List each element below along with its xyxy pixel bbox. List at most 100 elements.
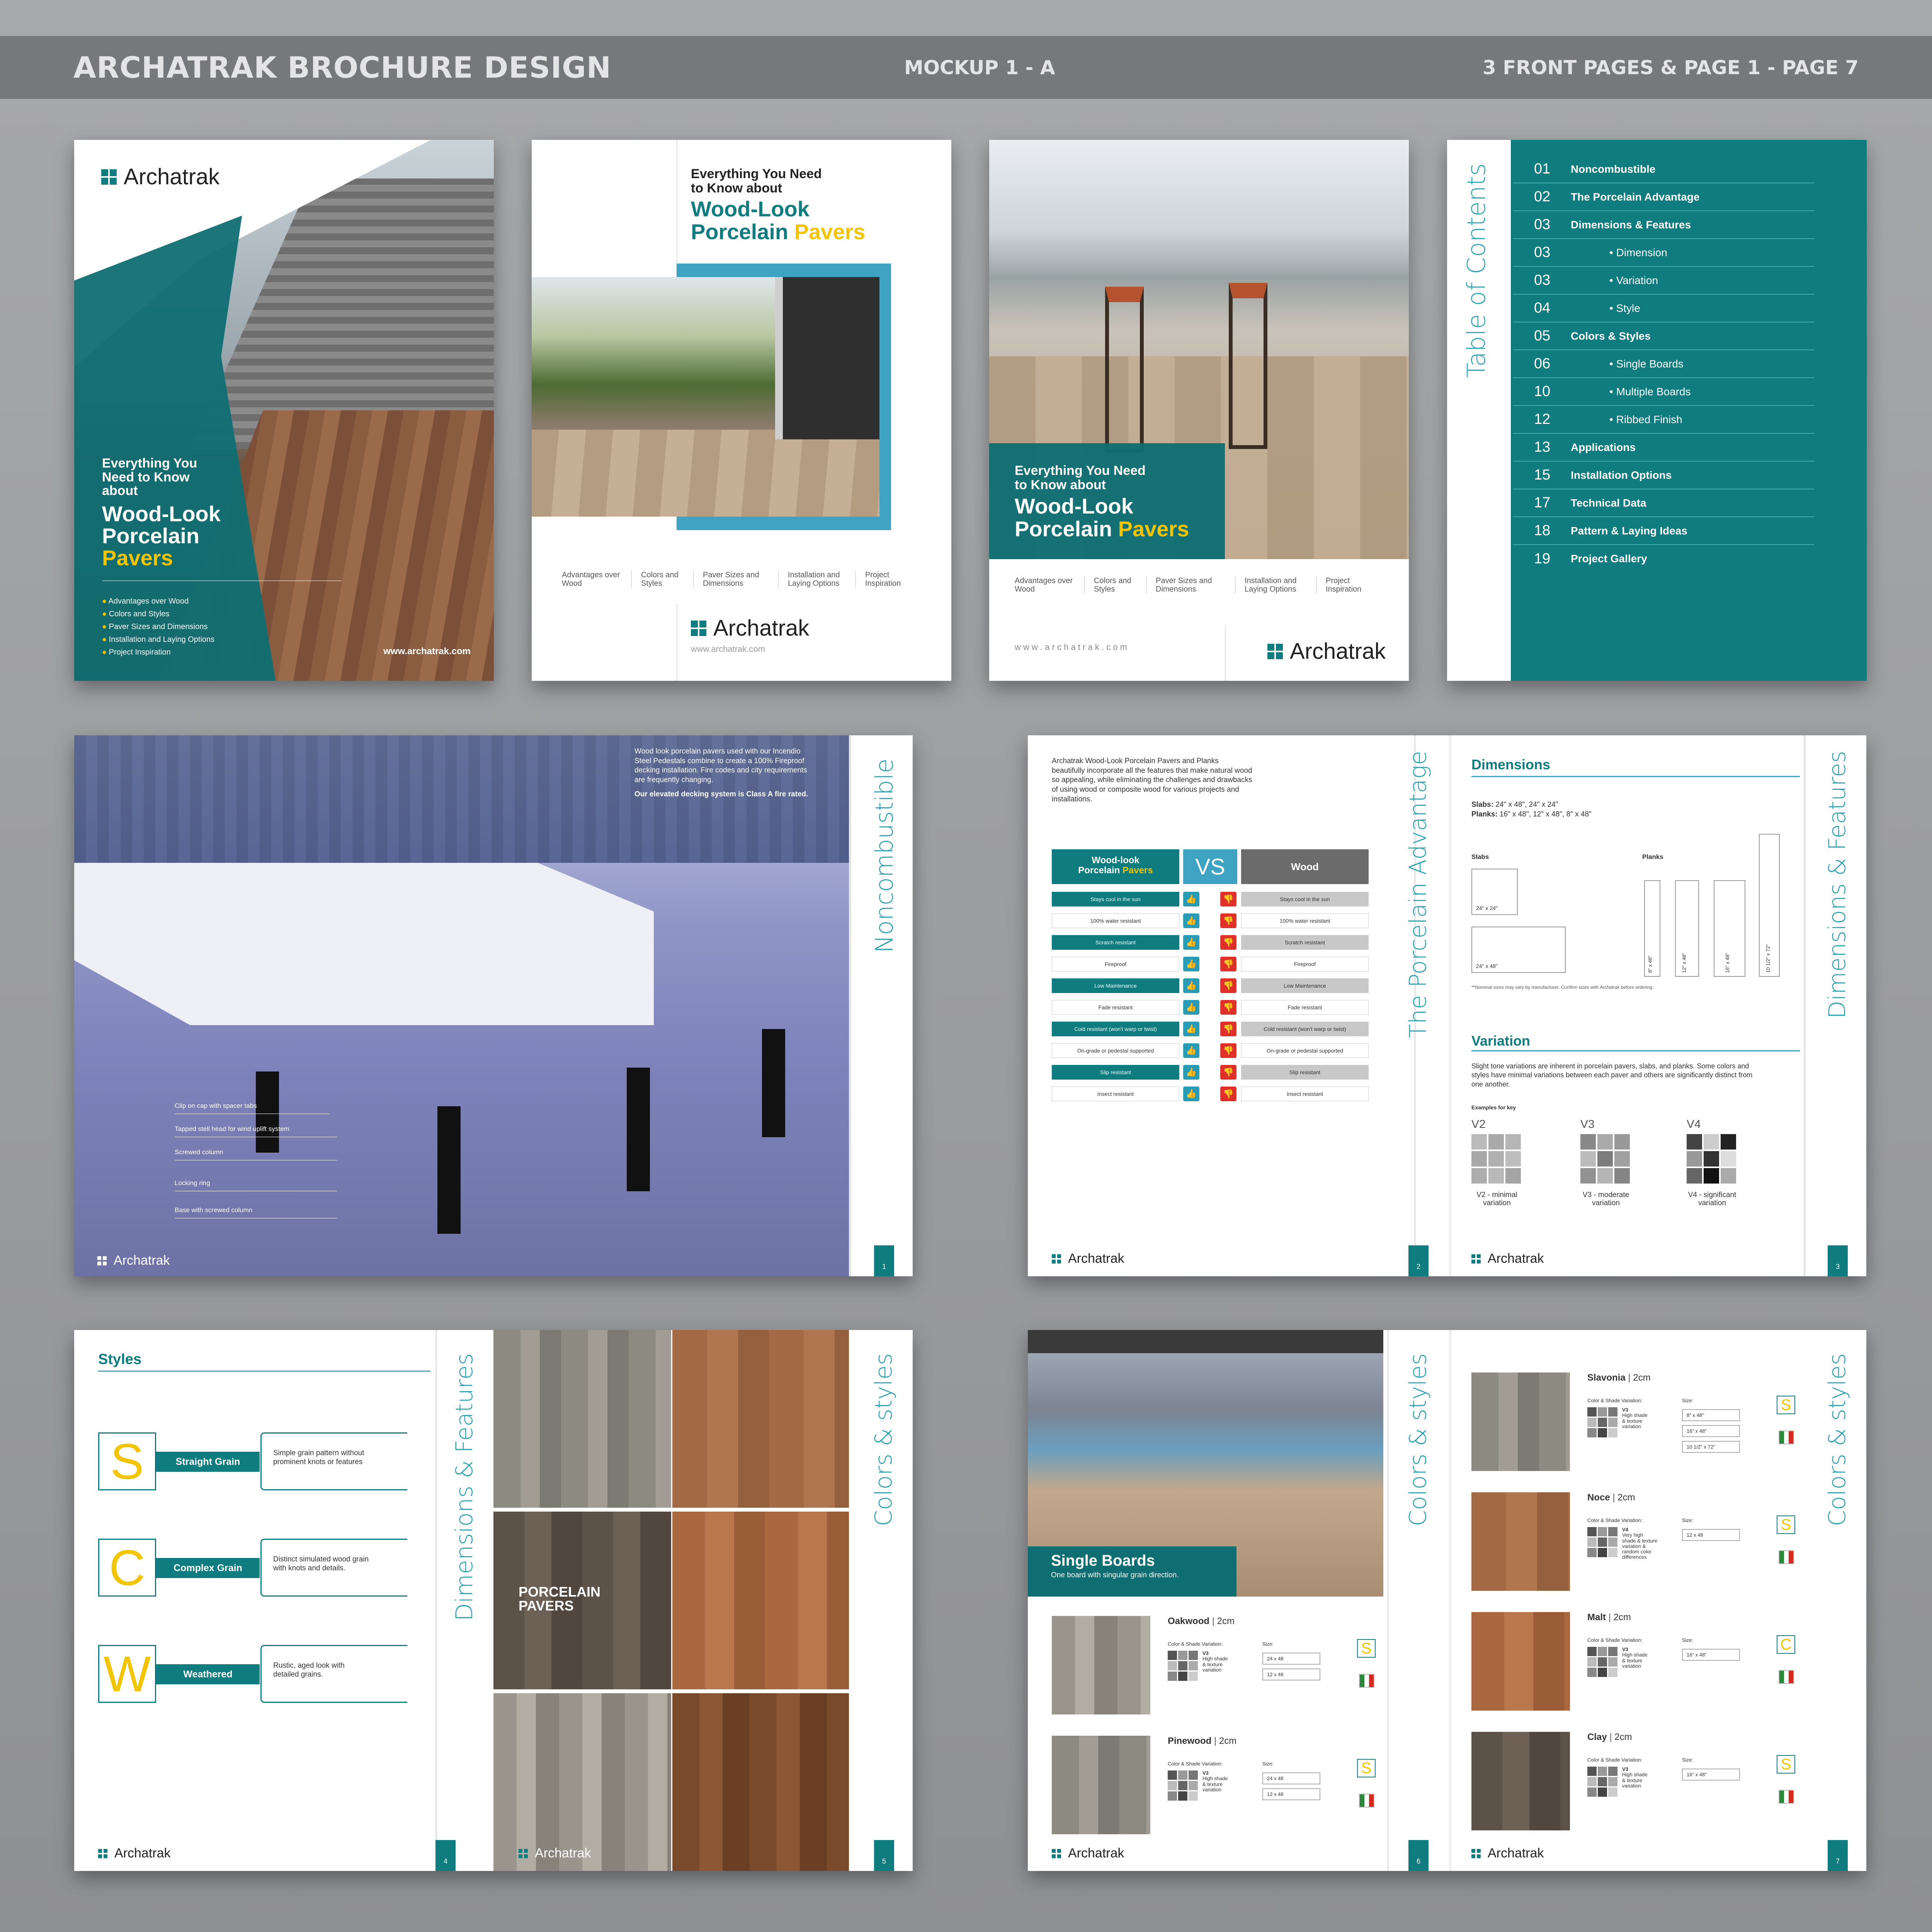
- compare-cell-porcelain: Insect resistant: [1052, 1087, 1179, 1101]
- table-row: Fireproof 👍 👎 Fireproof: [1052, 957, 1369, 971]
- page3-logo: Archatrak: [1471, 1251, 1544, 1266]
- cover-2: Everything You Need to Know about Wood-L…: [532, 140, 951, 681]
- page3-variation-text: Slight tone variations are inherent in p…: [1471, 1062, 1753, 1088]
- cover1-headline-1: Wood-Look: [102, 502, 221, 526]
- product-swatch: [1471, 1372, 1570, 1471]
- page3-slabs-title: Slabs: [1471, 853, 1489, 861]
- table-row: Fade resistant 👍 👎 Fade resistant: [1052, 1000, 1369, 1015]
- page3-logo-text: Archatrak: [1488, 1251, 1544, 1266]
- toc-item[interactable]: 12 • Ribbed Finish: [1513, 406, 1814, 434]
- thumbs-down-icon: 👎: [1220, 935, 1236, 950]
- page6-logo: Archatrak: [1052, 1846, 1124, 1861]
- plank-diagram: 16" x 48": [1714, 880, 1745, 977]
- toc-item[interactable]: 02 The Porcelain Advantage: [1513, 183, 1814, 211]
- product-csv-label: Color & Shade Variation:: [1587, 1757, 1643, 1763]
- style-letter-icon: W: [98, 1645, 156, 1703]
- style-desc: Rustic, aged look with detailed grains.: [260, 1645, 407, 1703]
- toc-item[interactable]: 01 Noncombustible: [1513, 155, 1814, 183]
- cover3-lead-2: to Know about: [1015, 478, 1106, 493]
- style-desc: Distinct simulated wood grain with knots …: [260, 1539, 407, 1597]
- cover2-lead-1: Everything You Need: [691, 167, 822, 181]
- list-item: ● Paver Sizes and Dimensions: [102, 622, 208, 631]
- toc-item[interactable]: 19 Project Gallery: [1513, 545, 1814, 573]
- plank-diagram: 8" x 48": [1644, 880, 1660, 977]
- flag-icon: [1359, 1674, 1374, 1688]
- toc-item[interactable]: 06 • Single Boards: [1513, 350, 1814, 378]
- compare-left-head-1: Wood-look: [1092, 855, 1139, 866]
- size-box: 10 1/2" x 72": [1682, 1441, 1740, 1453]
- toc-item[interactable]: 04 • Style: [1513, 294, 1814, 322]
- toc-item[interactable]: 13 Applications: [1513, 434, 1814, 461]
- cover1-headline-2: Porcelain: [102, 524, 200, 548]
- flag-icon: [1779, 1430, 1794, 1444]
- product-variation-code: V3: [1622, 1407, 1628, 1413]
- product-card: Slavonia | 2cm Color & Shade Variation: …: [1471, 1372, 1800, 1473]
- table-row: Stays cool in the sun 👍 👎 Stays cool in …: [1052, 892, 1369, 906]
- product-name: Noce: [1587, 1492, 1610, 1503]
- page4-side-title: Dimensions & Features: [451, 1353, 478, 1621]
- header-mockup: MOCKUP 1 - A: [904, 56, 1055, 79]
- compare-vs: VS: [1183, 849, 1237, 884]
- compare-cell-wood: Fireproof: [1241, 957, 1369, 971]
- table-row: Cold resistant (won't warp or twist) 👍 👎…: [1052, 1022, 1369, 1036]
- toc-item[interactable]: 15 Installation Options: [1513, 461, 1814, 489]
- page3-planks-title: Planks: [1642, 853, 1663, 861]
- style-entry: S Straight Grain Simple grain pattern wi…: [98, 1432, 430, 1494]
- compare-cell-porcelain: Slip resistant: [1052, 1065, 1179, 1080]
- wood-sample: [672, 1330, 849, 1508]
- page1-logo: Archatrak: [97, 1253, 170, 1268]
- page5-logo-text: Archatrak: [535, 1846, 591, 1861]
- compare-cell-wood: Stays cool in the sun: [1241, 892, 1369, 906]
- cover-1: Archatrak Everything You Need to Know ab…: [74, 140, 494, 681]
- callout-label: Tapped stell head for wind uplift system: [175, 1126, 337, 1137]
- page-6-7-spread: Single Boards One board with singular gr…: [1028, 1330, 1866, 1871]
- header-title: ARCHATRAK BROCHURE DESIGN: [73, 50, 612, 85]
- product-thickness: 2cm: [1617, 1492, 1635, 1503]
- product-card: Noce | 2cm Color & Shade Variation: V4 Ve…: [1471, 1492, 1800, 1593]
- compare-cell-wood: Insect resistant: [1241, 1087, 1369, 1101]
- table-row: Scratch resistant 👍 👎 Scratch resistant: [1052, 935, 1369, 950]
- comparison-table: Wood-look Porcelain Pavers VS Wood Stays…: [1052, 849, 1369, 1158]
- size-box: 24 x 48: [1262, 1772, 1320, 1784]
- page3-slabs-label: Slabs:: [1471, 801, 1494, 809]
- product-variation-code: V3: [1202, 1770, 1209, 1776]
- toc-title: Table of Contents: [1463, 163, 1491, 378]
- page-2-3-spread: Archatrak Wood-Look Porcelain Pavers and…: [1028, 735, 1866, 1276]
- toc-item[interactable]: 03 • Variation: [1513, 267, 1814, 294]
- page-number: 5: [874, 1840, 894, 1871]
- thumbs-down-icon: 👎: [1220, 978, 1236, 993]
- cover1-url: www.archatrak.com: [383, 646, 471, 656]
- page1-side-title: Noncombustible: [870, 759, 898, 953]
- product-variation-code: V4: [1622, 1527, 1628, 1532]
- toc-item[interactable]: 18 Pattern & Laying Ideas: [1513, 517, 1814, 545]
- compare-cell-porcelain: Scratch resistant: [1052, 935, 1179, 950]
- cover3-headline-1: Wood-Look: [1015, 493, 1133, 518]
- wood-sample: [672, 1512, 849, 1689]
- size-box: 24 x 48: [1262, 1653, 1320, 1665]
- callout-label: Base with screwed column: [175, 1207, 337, 1218]
- thumbs-up-icon: 👍: [1183, 978, 1199, 993]
- slab-diagram: 24" x 24": [1471, 869, 1518, 915]
- cover3-logo: Archatrak: [1267, 638, 1386, 664]
- cover2-nav-item: Installation and Laying Options: [778, 571, 855, 588]
- style-entry: W Weathered Rustic, aged look with detail…: [98, 1645, 430, 1707]
- wood-sample: [493, 1693, 671, 1871]
- product-thickness: 2cm: [1614, 1732, 1632, 1742]
- cover2-url: www.archatrak.com: [691, 644, 765, 654]
- thumbs-up-icon: 👍: [1183, 1087, 1199, 1101]
- toc-item[interactable]: 17 Technical Data: [1513, 489, 1814, 517]
- cover1-logo: Archatrak: [101, 164, 219, 190]
- compare-cell-porcelain: Fireproof: [1052, 957, 1179, 971]
- toc-item[interactable]: 03 • Dimension: [1513, 239, 1814, 267]
- toc-item[interactable]: 05 Colors & Styles: [1513, 322, 1814, 350]
- toc-item[interactable]: 03 Dimensions & Features: [1513, 211, 1814, 239]
- cover2-nav-item: Colors and Styles: [631, 571, 693, 588]
- page7-side-title: Colors & styles: [1824, 1353, 1851, 1526]
- page-number: 7: [1828, 1840, 1848, 1871]
- toc-item[interactable]: 10 • Multiple Boards: [1513, 378, 1814, 406]
- style-badge-icon: C: [1777, 1635, 1795, 1654]
- thumbs-down-icon: 👎: [1220, 1087, 1236, 1101]
- thumbs-up-icon: 👍: [1183, 892, 1199, 906]
- page1-logo-text: Archatrak: [114, 1253, 170, 1268]
- table-row: Low Maintenance 👍 👎 Low Maintenance: [1052, 978, 1369, 993]
